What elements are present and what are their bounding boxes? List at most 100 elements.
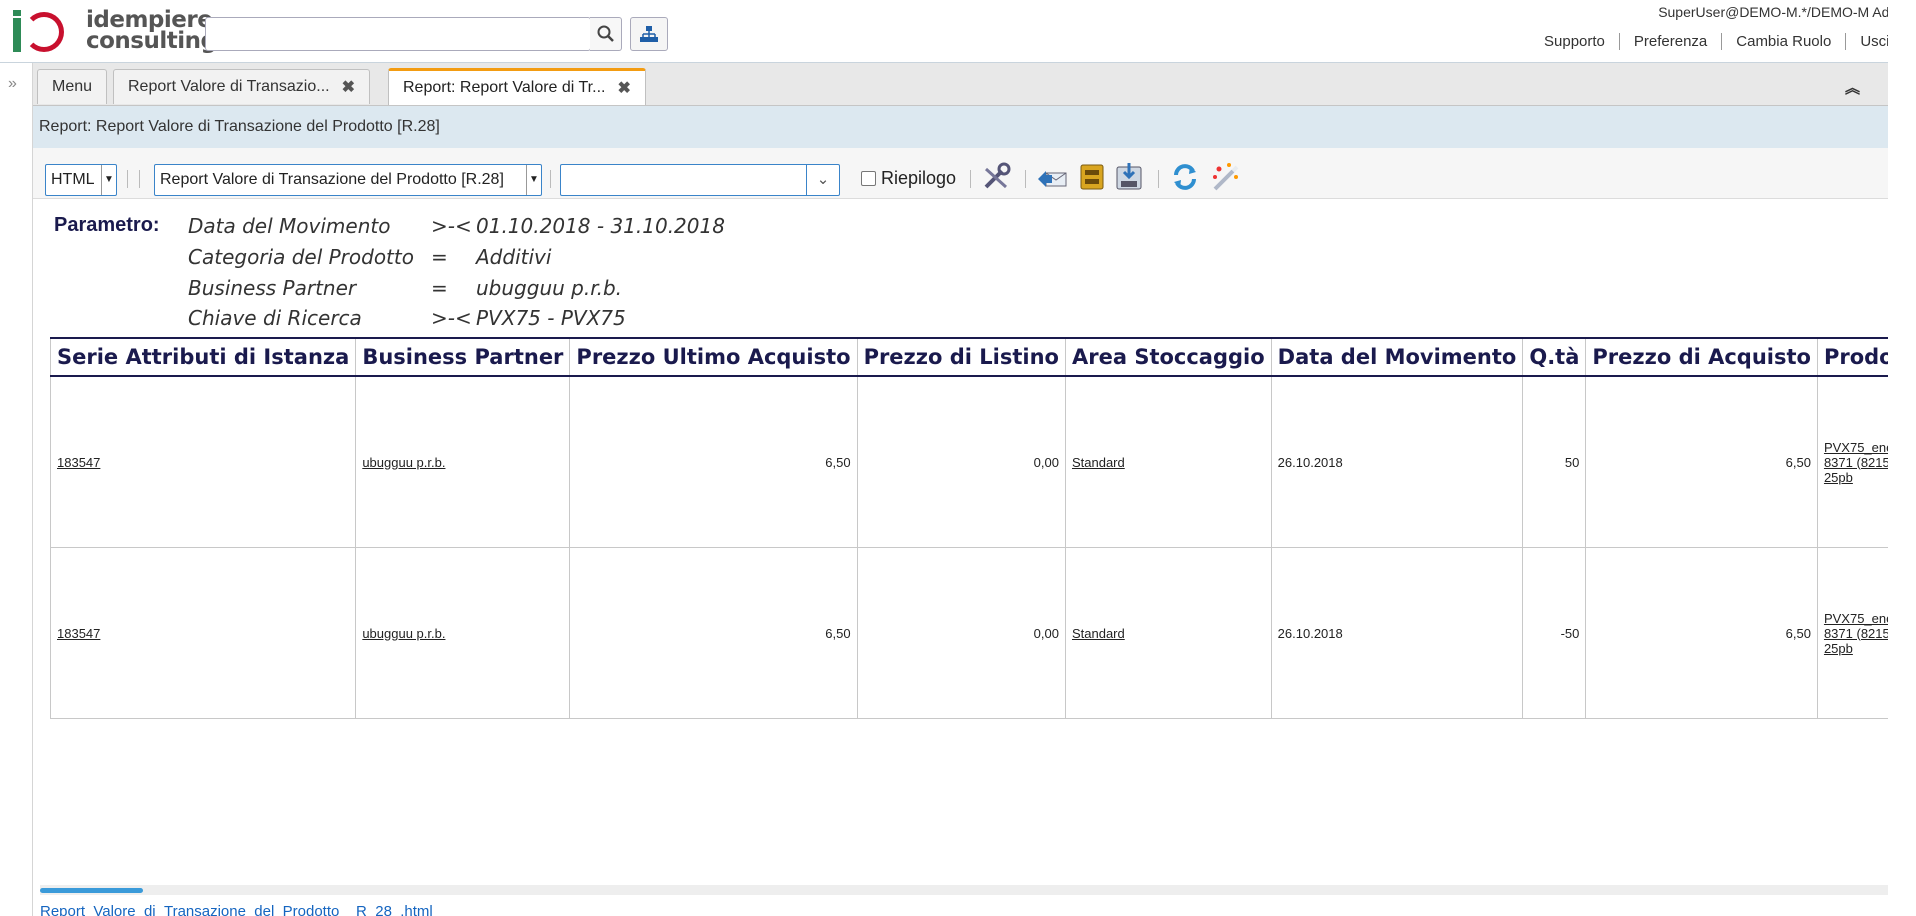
col-last-po-price: Prezzo Ultimo Acquisto (569, 337, 858, 377)
product-link[interactable]: PVX75_enenpne (1824, 611, 1888, 626)
scrollbar-thumb[interactable] (40, 888, 143, 893)
send-mail-icon[interactable] (1036, 161, 1068, 193)
report-view-select[interactable]: Report Valore di Transazione del Prodott… (154, 164, 542, 196)
export-icon[interactable] (1113, 161, 1145, 193)
col-list-price: Prezzo di Listino (856, 337, 1066, 377)
col-product: Prodotto (1816, 337, 1888, 377)
bp-link[interactable]: ubugguu p.r.b. (362, 455, 445, 470)
expand-icon[interactable]: » (8, 75, 17, 93)
chevron-down-icon: ▼ (526, 165, 541, 195)
separator (550, 170, 551, 188)
param-value: ubugguu p.r.b. (476, 276, 622, 300)
horizontal-scrollbar[interactable] (40, 885, 1888, 895)
separator (139, 170, 140, 188)
archive-icon[interactable] (1076, 161, 1108, 193)
param-value: 01.10.2018 - 31.10.2018 (476, 214, 725, 238)
search-icon[interactable] (590, 17, 622, 51)
close-icon[interactable]: ✖ (342, 77, 355, 97)
collapse-icon[interactable]: ︽ (1845, 77, 1860, 98)
link-preferenza[interactable]: Preferenza (1618, 33, 1721, 50)
user-info: SuperUser@DEMO-M.*/DEMO-M Admin (1658, 4, 1888, 20)
col-locator: Area Stoccaggio (1064, 337, 1272, 377)
cell-list: 0,00 (856, 547, 1066, 719)
link-uscita[interactable]: Uscita (1845, 33, 1888, 50)
link-cambia-ruolo[interactable]: Cambia Ruolo (1721, 33, 1845, 50)
col-qty: Q.tà (1522, 337, 1586, 377)
param-operator: = (431, 276, 448, 300)
cell-last-po: 6,50 (569, 375, 858, 548)
report-table: Serie Attributi di Istanza Business Part… (49, 337, 1888, 719)
param-value: PVX75 - PVX75 (476, 306, 626, 330)
report-file-link[interactable]: Report_Valore_di_Transazione_del_Prodott… (40, 903, 433, 916)
param-name: Chiave di Ricerca (188, 306, 362, 330)
asi-link[interactable]: 183547 (57, 455, 100, 470)
app-header: idempiere consulting SuperUser@DEMO-M.*/D… (0, 0, 1888, 63)
tab-report-viewer[interactable]: Report: Report Valore di Tr... ✖ (388, 68, 646, 105)
tab-label: Report: Report Valore di Tr... (403, 79, 606, 96)
cell-bp[interactable]: ubugguu p.r.b. (355, 547, 571, 719)
product-link[interactable]: 25pb (1824, 641, 1853, 656)
cell-date: 26.10.2018 (1270, 375, 1524, 548)
locator-link[interactable]: Standard (1072, 455, 1125, 470)
product-link[interactable]: 8371 (8215-15nc (1824, 626, 1888, 641)
product-link[interactable]: 25pb (1824, 470, 1853, 485)
summary-label: Riepilogo (881, 168, 957, 188)
cell-product[interactable]: PVX75_enenpne8371 (8215-15nc25pb (1816, 375, 1888, 548)
cell-asi[interactable]: 183547 (49, 547, 357, 719)
cell-asi[interactable]: 183547 (49, 375, 357, 548)
chevron-down-icon[interactable]: ⌄ (806, 165, 839, 195)
cell-po-price: 6,50 (1585, 547, 1818, 719)
link-supporto[interactable]: Supporto (1530, 33, 1619, 50)
global-search-input[interactable] (205, 17, 591, 51)
col-po-price: Prezzo di Acquisto (1585, 337, 1818, 377)
logo[interactable]: idempiere consulting (10, 8, 217, 58)
asi-link[interactable]: 183547 (57, 626, 100, 641)
bp-link[interactable]: ubugguu p.r.b. (362, 626, 445, 641)
report-toolbar: HTML ▼ Report Valore di Transazione del P… (33, 148, 1888, 199)
product-link[interactable]: 8371 (8215-15nc (1824, 455, 1888, 470)
print-format-combobox[interactable]: ⌄ (560, 164, 840, 196)
product-link[interactable]: PVX75_enenpne (1824, 440, 1888, 455)
param-operator: >-< (431, 214, 472, 238)
cell-date: 26.10.2018 (1270, 547, 1524, 719)
wizard-icon[interactable] (1209, 161, 1241, 193)
cell-locator[interactable]: Standard (1064, 375, 1272, 548)
refresh-icon[interactable] (1169, 161, 1201, 193)
param-name: Categoria del Prodotto (188, 245, 414, 269)
separator (1158, 170, 1159, 188)
tab-label: Menu (52, 78, 93, 95)
tab-bar: Menu Report Valore di Transazio... ✖ Repo… (33, 63, 1888, 106)
tab-report-window[interactable]: Report Valore di Transazio... ✖ (113, 69, 370, 104)
summary-checkbox[interactable]: Riepilogo (861, 168, 956, 189)
sitemap-icon[interactable] (630, 17, 668, 51)
format-select[interactable]: HTML ▼ (45, 164, 117, 196)
cell-bp[interactable]: ubugguu p.r.b. (355, 375, 571, 548)
cell-locator[interactable]: Standard (1064, 547, 1272, 719)
cell-qty: 50 (1522, 375, 1587, 548)
locator-link[interactable]: Standard (1072, 626, 1125, 641)
west-panel-collapsed: » (0, 63, 33, 916)
separator (127, 170, 128, 188)
separator (970, 170, 971, 188)
table-header-row: Serie Attributi di Istanza Business Part… (49, 337, 1888, 377)
chevron-down-icon: ▼ (101, 165, 116, 195)
close-icon[interactable]: ✖ (617, 78, 630, 98)
cell-last-po: 6,50 (569, 547, 858, 719)
param-name: Business Partner (188, 276, 357, 300)
tab-menu[interactable]: Menu (37, 69, 108, 104)
format-value: HTML (51, 171, 95, 188)
col-movement-date: Data del Movimento (1270, 337, 1523, 377)
cell-po-price: 6,50 (1585, 375, 1818, 548)
col-asi: Serie Attributi di Istanza (49, 337, 356, 377)
logo-line2: consulting (86, 28, 217, 54)
top-links: Supporto Preferenza Cambia Ruolo Uscita (1530, 33, 1888, 50)
param-operator: >-< (431, 306, 472, 330)
tab-label: Report Valore di Transazio... (128, 78, 330, 95)
table-row: 183547 ubugguu p.r.b. 6,50 0,00 Standard… (49, 375, 1888, 548)
cell-list: 0,00 (856, 375, 1066, 548)
col-business-partner: Business Partner (355, 337, 570, 377)
checkbox-box[interactable] (861, 171, 876, 186)
cell-qty: -50 (1522, 547, 1587, 719)
customize-tools-icon[interactable] (980, 161, 1012, 193)
cell-product[interactable]: PVX75_enenpne8371 (8215-15nc25pb (1816, 547, 1888, 719)
